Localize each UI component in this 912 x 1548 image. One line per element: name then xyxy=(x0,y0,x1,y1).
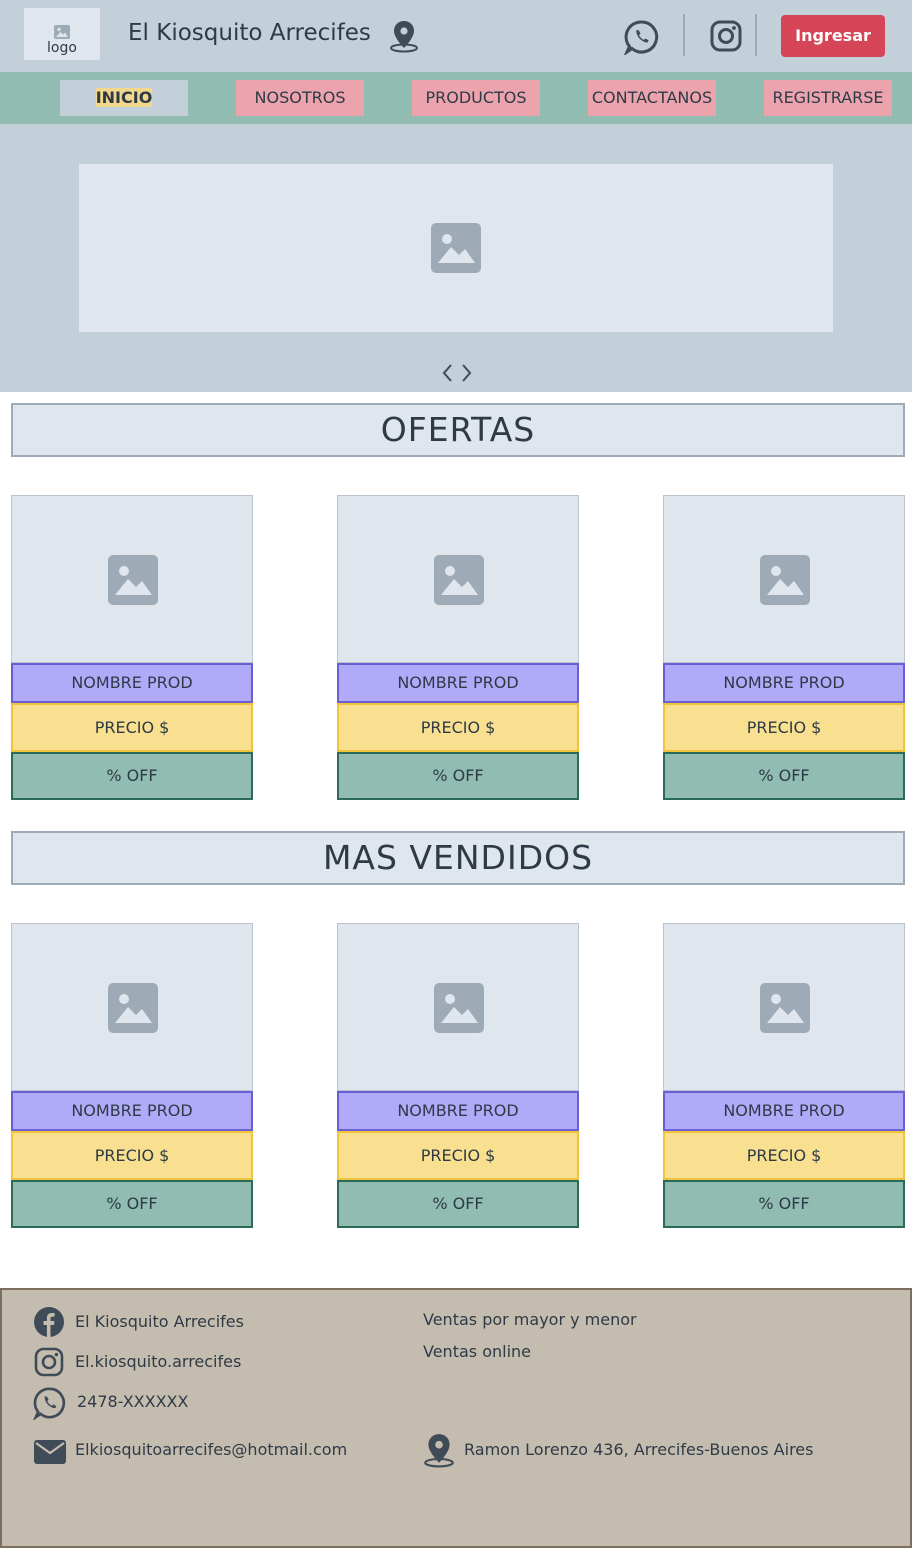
chevron-right-icon[interactable] xyxy=(460,362,474,384)
nav-item-productos[interactable]: PRODUCTOS xyxy=(412,80,540,116)
product-price: PRECIO $ xyxy=(663,1131,905,1180)
footer-whatsapp[interactable]: 2478-XXXXXX xyxy=(33,1386,373,1420)
footer: El Kiosquito Arrecifes El.kiosquito.arre… xyxy=(0,1288,912,1548)
image-icon xyxy=(434,555,484,605)
footer-email[interactable]: Elkiosquitoarrecifes@hotmail.com xyxy=(33,1436,373,1466)
product-name: NOMBRE PROD xyxy=(337,1091,579,1131)
product-price: PRECIO $ xyxy=(337,703,579,752)
location-pin-icon xyxy=(424,1434,454,1468)
login-button[interactable]: Ingresar xyxy=(781,15,885,57)
product-image xyxy=(337,495,579,663)
footer-instagram[interactable]: El.kiosquito.arrecifes xyxy=(33,1346,373,1378)
instagram-icon xyxy=(34,1347,64,1377)
product-image xyxy=(11,495,253,663)
product-image xyxy=(11,923,253,1091)
image-icon xyxy=(760,555,810,605)
product-name: NOMBRE PROD xyxy=(663,663,905,703)
header-divider xyxy=(683,14,685,56)
image-icon xyxy=(108,555,158,605)
product-image xyxy=(337,923,579,1091)
image-icon xyxy=(760,983,810,1033)
section-title-ofertas: OFERTAS xyxy=(11,403,905,457)
product-card[interactable]: NOMBRE PROD PRECIO $ % OFF xyxy=(337,495,579,800)
product-image xyxy=(663,923,905,1091)
product-name: NOMBRE PROD xyxy=(11,663,253,703)
footer-facebook[interactable]: El Kiosquito Arrecifes xyxy=(33,1306,373,1338)
image-icon xyxy=(434,983,484,1033)
footer-facebook-text: El Kiosquito Arrecifes xyxy=(75,1312,244,1331)
product-card[interactable]: NOMBRE PROD PRECIO $ % OFF xyxy=(337,923,579,1228)
product-card[interactable]: NOMBRE PROD PRECIO $ % OFF xyxy=(11,923,253,1228)
nav-item-registrarse[interactable]: REGISTRARSE xyxy=(764,80,892,116)
footer-whatsapp-text: 2478-XXXXXX xyxy=(77,1392,189,1411)
header: logo El Kiosquito Arrecifes Ingresar xyxy=(0,0,912,72)
product-discount: % OFF xyxy=(337,1180,579,1228)
whatsapp-icon xyxy=(33,1387,66,1420)
product-discount: % OFF xyxy=(663,752,905,800)
image-icon xyxy=(108,983,158,1033)
hero-image xyxy=(79,164,833,332)
product-discount: % OFF xyxy=(663,1180,905,1228)
product-discount: % OFF xyxy=(11,1180,253,1228)
product-price: PRECIO $ xyxy=(663,703,905,752)
product-card[interactable]: NOMBRE PROD PRECIO $ % OFF xyxy=(663,923,905,1228)
instagram-icon[interactable] xyxy=(709,19,743,53)
logo[interactable]: logo xyxy=(24,8,100,60)
section-title-mas-vendidos: MAS VENDIDOS xyxy=(11,831,905,885)
product-price: PRECIO $ xyxy=(337,1131,579,1180)
product-name: NOMBRE PROD xyxy=(663,1091,905,1131)
nav-item-label: INICIO xyxy=(95,88,153,107)
product-image xyxy=(663,495,905,663)
whatsapp-icon[interactable] xyxy=(624,19,660,55)
footer-email-text: Elkiosquitoarrecifes@hotmail.com xyxy=(75,1440,348,1459)
image-icon xyxy=(431,223,481,273)
hero-carousel xyxy=(0,124,912,392)
product-card[interactable]: NOMBRE PROD PRECIO $ % OFF xyxy=(663,495,905,800)
product-discount: % OFF xyxy=(11,752,253,800)
main-nav: INICIO NOSOTROS PRODUCTOS CONTACTANOS RE… xyxy=(0,72,912,124)
nav-item-nosotros[interactable]: NOSOTROS xyxy=(236,80,364,116)
header-divider xyxy=(755,14,757,56)
product-price: PRECIO $ xyxy=(11,1131,253,1180)
footer-address-text: Ramon Lorenzo 436, Arrecifes-Buenos Aire… xyxy=(464,1440,814,1459)
nav-item-inicio[interactable]: INICIO xyxy=(60,80,188,116)
brand-name: El Kiosquito Arrecifes xyxy=(128,20,371,46)
location-pin-icon[interactable] xyxy=(389,19,419,53)
chevron-left-icon[interactable] xyxy=(440,362,454,384)
product-name: NOMBRE PROD xyxy=(11,1091,253,1131)
product-card[interactable]: NOMBRE PROD PRECIO $ % OFF xyxy=(11,495,253,800)
logo-label: logo xyxy=(47,40,77,56)
facebook-icon xyxy=(34,1307,64,1337)
product-name: NOMBRE PROD xyxy=(337,663,579,703)
email-icon xyxy=(34,1440,66,1464)
footer-sales-online: Ventas online xyxy=(423,1342,531,1361)
footer-instagram-text: El.kiosquito.arrecifes xyxy=(75,1352,242,1371)
product-price: PRECIO $ xyxy=(11,703,253,752)
nav-item-contactanos[interactable]: CONTACTANOS xyxy=(588,80,716,116)
product-discount: % OFF xyxy=(337,752,579,800)
image-icon xyxy=(54,25,70,39)
footer-sales-wholesale: Ventas por mayor y menor xyxy=(423,1310,637,1329)
footer-address[interactable]: Ramon Lorenzo 436, Arrecifes-Buenos Aire… xyxy=(423,1432,893,1468)
